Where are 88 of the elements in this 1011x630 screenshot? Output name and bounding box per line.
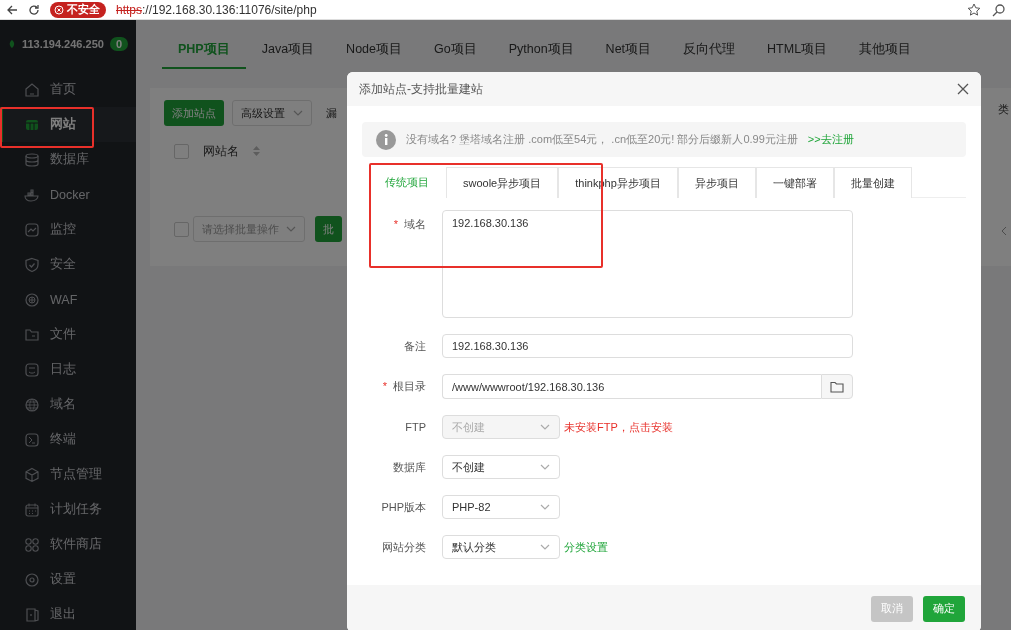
sidebar-item[interactable]: 文件 — [0, 317, 136, 352]
caret-icon — [540, 503, 550, 511]
globe-icon — [24, 396, 40, 413]
tab[interactable]: 批量创建 — [833, 167, 912, 198]
tab[interactable]: swoole异步项目 — [446, 167, 559, 198]
caret-icon — [540, 543, 550, 551]
column-header[interactable]: 网站名 — [203, 142, 239, 160]
register-link[interactable]: >>去注册 — [807, 132, 854, 147]
sidebar-item[interactable]: 日志 — [0, 352, 136, 387]
notice-text: 没有域名? 堡塔域名注册 .com低至54元， .cn低至20元! 部分后缀新人0.99元注册 — [406, 132, 798, 147]
sidebar-item[interactable]: 监控 — [0, 212, 136, 247]
field-label: 网站分类 — [381, 539, 426, 555]
smiley-box-icon — [24, 361, 40, 378]
advanced-select[interactable]: 高级设置 — [232, 100, 312, 126]
home-icon — [24, 81, 40, 98]
sidebar-item[interactable]: 软件商店 — [0, 527, 136, 562]
sidebar-item[interactable]: 设置 — [0, 562, 136, 597]
warning-icon — [54, 4, 64, 15]
star-icon[interactable] — [967, 2, 981, 17]
field-label: * 域名 — [392, 217, 426, 232]
tab[interactable]: Go项目 — [418, 31, 493, 69]
domain-field[interactable]: 192.168.30.136 — [442, 210, 853, 318]
add-site-button[interactable]: 添加站点 — [164, 100, 224, 126]
category-settings-link[interactable]: 分类设置 — [564, 539, 608, 555]
field-label: PHP版本 — [380, 499, 426, 515]
select-field[interactable]: PHP-82 — [442, 495, 560, 519]
sidebar-item[interactable]: 节点管理 — [0, 457, 136, 492]
caret-icon — [293, 109, 303, 117]
grid-icon — [24, 536, 40, 553]
shield-icon — [24, 256, 40, 273]
field-label: 备注 — [403, 338, 426, 354]
tab[interactable]: PHP项目 — [162, 31, 246, 69]
field-label: 数据库 — [392, 459, 426, 475]
sidebar-item[interactable]: 安全 — [0, 247, 136, 282]
field-label: * 根目录 — [381, 379, 426, 394]
category-label: 类 — [998, 102, 1009, 117]
back-icon[interactable] — [6, 3, 18, 16]
tab[interactable]: Node项目 — [330, 31, 418, 69]
dialog-title: 添加站点-支持批量建站 — [359, 80, 483, 98]
sidebar-item[interactable]: 首页 — [0, 72, 136, 107]
input-field[interactable]: 192.168.30.136 — [442, 334, 853, 358]
toolbar-button[interactable]: 漏 — [326, 105, 337, 121]
reload-icon[interactable] — [28, 3, 40, 16]
whale-icon — [24, 186, 40, 203]
server-ip: 113.194.246.250 — [21, 38, 104, 50]
caret-icon — [540, 463, 550, 471]
door-icon — [24, 606, 40, 623]
search-icon[interactable] — [991, 2, 1005, 17]
folder-icon — [24, 326, 40, 343]
input-field[interactable]: /www/wwwroot/192.168.30.136 — [442, 374, 821, 399]
sidebar-item[interactable]: Docker — [0, 177, 136, 212]
tab[interactable]: 一键部署 — [755, 167, 834, 198]
tab[interactable]: 反向代理 — [667, 31, 752, 69]
select-field[interactable]: 默认分类 — [442, 535, 560, 559]
tab[interactable]: 异步项目 — [677, 167, 756, 198]
folder-icon — [830, 380, 844, 393]
sidebar-item[interactable]: 终端 — [0, 422, 136, 457]
sidebar-item[interactable]: 网站 — [0, 107, 136, 142]
sidebar-item[interactable]: WAF — [0, 282, 136, 317]
security-badge[interactable]: 不安全 — [50, 1, 106, 18]
count-badge: 0 — [109, 37, 128, 51]
target-icon — [24, 291, 40, 308]
info-icon — [376, 129, 396, 150]
cube-icon — [24, 466, 40, 483]
tab[interactable]: Net项目 — [589, 31, 668, 69]
database-icon — [24, 151, 40, 168]
terminal-icon — [24, 431, 40, 448]
tab[interactable]: Python项目 — [492, 31, 590, 69]
address-bar[interactable]: https://192.168.30.136:11076/site/php — [116, 2, 317, 17]
close-icon[interactable] — [957, 83, 969, 95]
chart-icon — [24, 221, 40, 238]
tab[interactable]: HTML项目 — [751, 31, 844, 69]
batch-button[interactable]: 批 — [315, 216, 342, 242]
checkbox[interactable] — [174, 221, 189, 237]
sidebar-item[interactable]: 计划任务 — [0, 492, 136, 527]
field-label: FTP — [404, 421, 426, 433]
calendar-icon — [24, 501, 40, 518]
confirm-button[interactable]: 确定 — [923, 595, 965, 622]
caret-icon — [540, 423, 550, 431]
sidebar-item[interactable]: 数据库 — [0, 142, 136, 177]
sidebar-item[interactable]: 域名 — [0, 387, 136, 422]
tab[interactable]: Java项目 — [245, 31, 331, 69]
select-field[interactable]: 不创建 — [442, 455, 560, 479]
caret-icon — [286, 225, 296, 233]
settings-icon — [24, 571, 40, 588]
sidebar-item[interactable]: 退出 — [0, 597, 136, 630]
tab[interactable]: 其他项目 — [843, 31, 928, 69]
checkbox[interactable] — [174, 143, 189, 159]
